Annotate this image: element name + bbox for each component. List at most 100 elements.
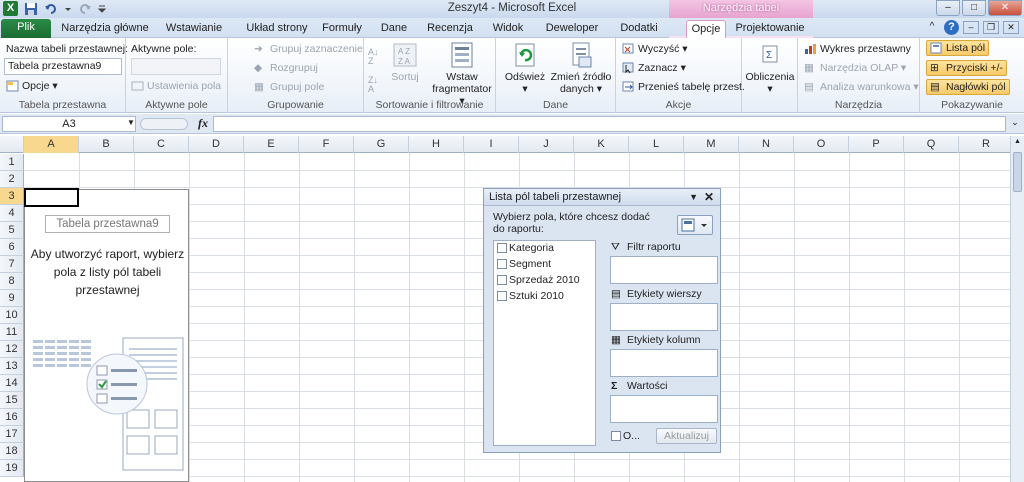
column-header[interactable]: P xyxy=(849,136,904,153)
pane-close-icon[interactable]: ✕ xyxy=(704,189,714,206)
column-header[interactable]: O xyxy=(794,136,849,153)
formula-bar-resize-handle[interactable] xyxy=(140,118,188,130)
vertical-scrollbar[interactable]: ▲ xyxy=(1010,136,1024,482)
select-button[interactable]: Zaznacz ▾ xyxy=(622,62,686,74)
refresh-button[interactable]: Odśwież ▾ xyxy=(502,41,548,95)
field-checkbox[interactable] xyxy=(497,275,507,286)
field-item-kategoria[interactable]: Kategoria xyxy=(497,242,554,255)
tab-file[interactable]: Plik xyxy=(1,19,51,38)
field-item-sztuki[interactable]: Sztuki 2010 xyxy=(497,290,564,303)
formula-input[interactable] xyxy=(213,116,1006,132)
column-header[interactable]: N xyxy=(739,136,794,153)
column-header[interactable]: F xyxy=(299,136,354,153)
name-box-dropdown-icon[interactable]: ▼ xyxy=(127,118,135,127)
expand-formula-bar-icon[interactable]: ⌄ xyxy=(1008,117,1022,131)
column-header[interactable]: A xyxy=(24,136,79,153)
column-header[interactable]: B xyxy=(79,136,134,153)
row-header[interactable]: 6 xyxy=(0,239,24,256)
sort-az-icon[interactable]: A↓ Z xyxy=(368,48,379,66)
sort-button[interactable]: A ZZ A Sortuj xyxy=(388,41,422,83)
row-header[interactable]: 2 xyxy=(0,171,24,188)
sort-za-icon[interactable]: Z↓ A xyxy=(368,76,378,94)
field-checkbox[interactable] xyxy=(497,259,507,270)
tab-developer[interactable]: Deweloper xyxy=(539,20,605,38)
field-item-segment[interactable]: Segment xyxy=(497,258,551,271)
pivot-chart-button[interactable]: Wykres przestawny xyxy=(804,43,911,55)
row-header[interactable]: 1 xyxy=(0,154,24,171)
wb-close-button[interactable]: ✕ xyxy=(1003,21,1019,34)
pivot-name-input[interactable]: Tabela przestawna9 xyxy=(4,58,122,75)
tab-page-layout[interactable]: Układ strony xyxy=(237,20,317,38)
whatif-button[interactable]: ▤ Analiza warunkowa ▾ xyxy=(804,81,919,93)
move-pivot-button[interactable]: Przenieś tabelę przest. xyxy=(622,81,745,93)
row-header[interactable]: 17 xyxy=(0,426,24,443)
row-header[interactable]: 16 xyxy=(0,409,24,426)
row-header[interactable]: 7 xyxy=(0,256,24,273)
row-header[interactable]: 12 xyxy=(0,341,24,358)
insert-function-button[interactable]: fx xyxy=(194,116,212,132)
change-source-button[interactable]: Zmień źródło danych ▾ xyxy=(548,41,614,95)
tab-data[interactable]: Dane xyxy=(374,20,414,38)
row-labels-drop-area[interactable] xyxy=(610,303,718,331)
insert-slicer-button[interactable]: Wstaw fragmentator ▾ xyxy=(430,41,494,107)
calculations-button[interactable]: Σ Obliczenia ▾ xyxy=(744,41,796,95)
wb-minimize-button[interactable]: – xyxy=(963,21,979,34)
column-header[interactable]: D xyxy=(189,136,244,153)
row-header[interactable]: 10 xyxy=(0,307,24,324)
column-header[interactable]: J xyxy=(519,136,574,153)
maximize-button[interactable]: □ xyxy=(962,0,986,16)
pivot-table-placeholder[interactable]: Tabela przestawna9 Aby utworzyć raport, … xyxy=(24,189,189,482)
olap-tools-button[interactable]: ▦ Narzędzia OLAP ▾ xyxy=(804,62,906,74)
row-header[interactable]: 13 xyxy=(0,358,24,375)
column-header[interactable]: C xyxy=(134,136,189,153)
report-filter-drop-area[interactable] xyxy=(610,256,718,284)
tab-design[interactable]: Projektowanie xyxy=(733,20,807,38)
row-header[interactable]: 18 xyxy=(0,443,24,460)
active-cell-a3[interactable] xyxy=(24,188,79,207)
tab-review[interactable]: Recenzja xyxy=(424,20,476,38)
field-list-header[interactable]: Lista pól tabeli przestawnej ▼ ✕ xyxy=(484,189,720,206)
row-header[interactable]: 9 xyxy=(0,290,24,307)
group-selection-button[interactable]: ➜ Grupuj zaznaczenie xyxy=(254,43,363,55)
row-header[interactable]: 14 xyxy=(0,375,24,392)
scroll-up-icon[interactable]: ▲ xyxy=(1013,138,1022,148)
minimize-button[interactable]: – xyxy=(936,0,960,16)
active-field-input[interactable] xyxy=(131,58,221,75)
values-drop-area[interactable] xyxy=(610,395,718,423)
row-header[interactable]: 4 xyxy=(0,205,24,222)
field-checkbox[interactable] xyxy=(497,243,507,254)
update-button[interactable]: Aktualizuj xyxy=(656,428,717,444)
defer-checkbox[interactable] xyxy=(611,431,621,442)
field-checkbox[interactable] xyxy=(497,291,507,302)
tab-home[interactable]: Narzędzia główne xyxy=(58,20,152,38)
layout-options-button[interactable] xyxy=(677,215,713,235)
buttons-toggle[interactable]: ⊞ Przyciski +/- xyxy=(926,60,1007,77)
close-button[interactable]: ✕ xyxy=(988,0,1022,16)
defer-layout-update[interactable]: O... xyxy=(611,430,640,443)
column-header[interactable]: R xyxy=(959,136,1010,153)
select-all-button[interactable] xyxy=(0,136,24,153)
column-header[interactable]: H xyxy=(409,136,464,153)
column-header[interactable]: K xyxy=(574,136,629,153)
tab-insert[interactable]: Wstawianie xyxy=(158,20,230,38)
row-header[interactable]: 8 xyxy=(0,273,24,290)
name-box[interactable]: A3 xyxy=(2,116,136,132)
clear-button[interactable]: Wyczyść ▾ xyxy=(622,43,688,55)
row-header[interactable]: 5 xyxy=(0,222,24,239)
collapse-ribbon-icon[interactable]: ^ xyxy=(925,21,939,35)
ungroup-button[interactable]: ◆ Rozgrupuj xyxy=(254,62,318,74)
headers-toggle[interactable]: ▤ Nagłówki pól xyxy=(926,79,1010,96)
wb-restore-button[interactable]: ❐ xyxy=(983,21,999,34)
column-header[interactable]: E xyxy=(244,136,299,153)
column-labels-drop-area[interactable] xyxy=(610,349,718,377)
tab-addins[interactable]: Dodatki xyxy=(614,20,664,38)
field-settings-button[interactable]: Ustawienia pola xyxy=(131,80,221,92)
scroll-thumb[interactable] xyxy=(1013,152,1022,192)
tab-options[interactable]: Opcje xyxy=(686,20,726,39)
field-item-sprzedaz[interactable]: Sprzedaż 2010 xyxy=(497,274,580,287)
column-header[interactable]: L xyxy=(629,136,684,153)
row-header[interactable]: 19 xyxy=(0,460,24,477)
group-field-button[interactable]: ▦ Grupuj pole xyxy=(254,81,324,93)
pane-options-dropdown-icon[interactable]: ▼ xyxy=(689,189,698,206)
row-header[interactable]: 11 xyxy=(0,324,24,341)
